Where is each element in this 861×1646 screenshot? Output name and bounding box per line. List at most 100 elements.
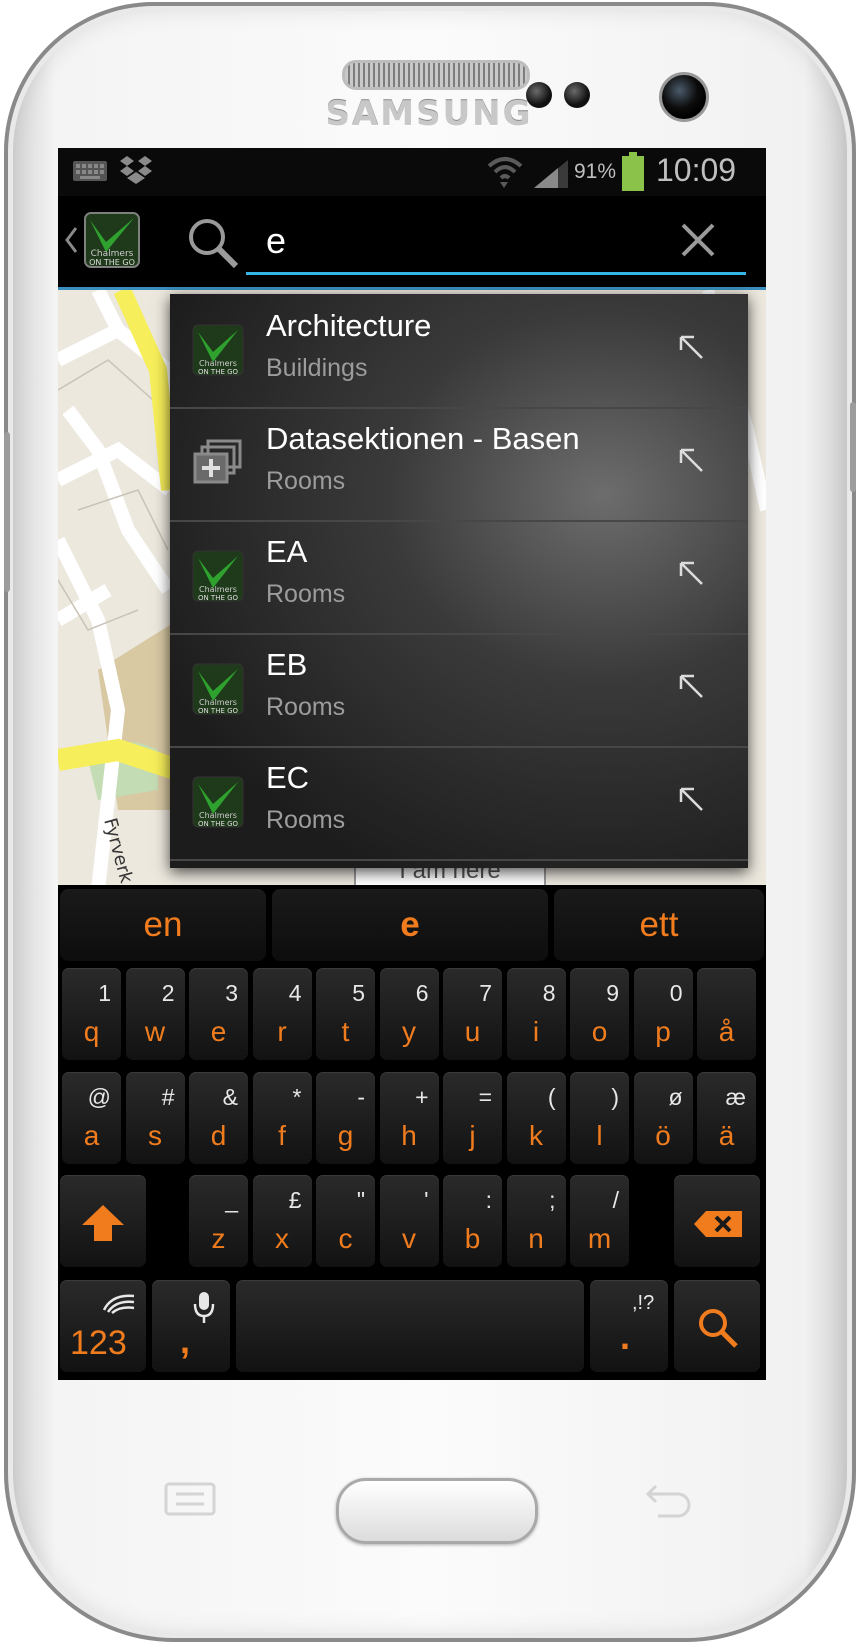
numbers-label: 123 [70, 1324, 127, 1362]
svg-text:ON THE GO: ON THE GO [198, 594, 239, 602]
key-secondary-label: @ [87, 1084, 111, 1110]
suggestion-item[interactable]: Chalmers ON THE GO Architecture Building… [170, 294, 748, 409]
key-b[interactable]: :b [443, 1175, 502, 1267]
insert-query-arrow-icon[interactable] [676, 445, 706, 475]
home-button[interactable] [336, 1478, 538, 1544]
stacked-plus-icon [193, 439, 242, 484]
key-e[interactable]: 3e [189, 968, 248, 1060]
key-y[interactable]: 6y [379, 968, 439, 1060]
key-secondary-label: 1 [98, 980, 111, 1006]
key-main-label: g [337, 1120, 354, 1151]
key-secondary-label: ) [611, 1084, 619, 1110]
svg-text:Chalmers: Chalmers [199, 359, 237, 368]
svg-text:ON THE GO: ON THE GO [198, 368, 239, 376]
space-bar[interactable] [236, 1280, 584, 1372]
key-r[interactable]: 4r [252, 968, 312, 1060]
search-icon [189, 219, 239, 269]
search-key[interactable] [674, 1280, 760, 1372]
key-d[interactable]: & d [189, 1072, 248, 1164]
key-main-label: å [718, 1016, 735, 1047]
search-enter-icon [699, 1309, 738, 1348]
key-z[interactable]: _ z [189, 1175, 248, 1267]
key-secondary-label: # [161, 1084, 175, 1110]
key-x[interactable]: £ x [252, 1175, 312, 1267]
key-secondary-label: " [356, 1187, 365, 1213]
search-action-bar: Chalmers ON THE GO e [58, 196, 766, 288]
prediction-center[interactable]: e [272, 889, 548, 961]
key-main-label: b [464, 1223, 481, 1254]
key-ö[interactable]: øö [633, 1072, 693, 1164]
key-main-label: k [529, 1120, 543, 1151]
key-v[interactable]: ' v [379, 1175, 439, 1267]
key-secondary-label: ø [668, 1084, 683, 1110]
key-h[interactable]: + h [379, 1072, 439, 1164]
search-input[interactable]: e [266, 220, 286, 262]
key-i[interactable]: 8i [506, 968, 566, 1060]
key-c[interactable]: " c [316, 1175, 375, 1267]
key-q[interactable]: 1q [62, 968, 121, 1060]
key-k[interactable]: (k [506, 1072, 566, 1164]
key-a[interactable]: @ a [62, 1072, 121, 1164]
key-secondary-label: _ [225, 1187, 238, 1213]
suggestion-item[interactable]: Datasektionen - Basen Rooms [170, 407, 748, 522]
front-camera [659, 72, 709, 122]
insert-query-arrow-icon[interactable] [676, 784, 706, 814]
key-main-label: o [591, 1016, 608, 1047]
status-clock: 10:09 [656, 152, 737, 188]
suggestion-item[interactable]: Chalmers ON THE GO EA Rooms [170, 520, 748, 635]
status-bar: 91% 10:09 [58, 148, 766, 196]
suggestion-item[interactable]: Chalmers ON THE GO EC Rooms [170, 746, 748, 861]
shift-arrow-icon [82, 1205, 124, 1241]
swiftkey-logo-icon [102, 1294, 135, 1314]
key-secondary-label: & [222, 1084, 238, 1110]
key-main-label: u [464, 1016, 481, 1047]
search-suggestions-list: Chalmers ON THE GO Architecture Building… [170, 294, 748, 868]
key-main-label: l [596, 1120, 603, 1151]
search-input-underline [246, 272, 746, 275]
key-n[interactable]: ; n [506, 1175, 566, 1267]
numbers-key[interactable]: 123 [60, 1280, 146, 1372]
microphone-icon [193, 1292, 215, 1323]
key-secondary-label: 0 [669, 980, 683, 1006]
backspace-key[interactable] [674, 1175, 760, 1267]
key-s[interactable]: # s [125, 1072, 185, 1164]
insert-query-arrow-icon[interactable] [676, 671, 706, 701]
key-w[interactable]: 2w [125, 968, 185, 1060]
clear-search-icon[interactable] [680, 222, 716, 258]
suggestion-item[interactable]: Chalmers ON THE GO EB Rooms [170, 633, 748, 748]
key-j[interactable]: = j [443, 1072, 502, 1164]
voice-comma-key[interactable]: , [152, 1280, 230, 1372]
key-å[interactable]: å [697, 968, 756, 1060]
key-ä[interactable]: æä [697, 1072, 756, 1164]
punctuation-key[interactable]: ,!? . [590, 1280, 668, 1372]
key-main-label: m [587, 1223, 612, 1254]
key-m[interactable]: / m [570, 1175, 629, 1267]
insert-query-arrow-icon[interactable] [676, 332, 706, 362]
key-secondary-label: 3 [225, 980, 238, 1006]
key-f[interactable]: * f [252, 1072, 312, 1164]
insert-query-arrow-icon[interactable] [676, 558, 706, 588]
key-main-label: f [278, 1120, 286, 1151]
period-label: . [620, 1316, 631, 1357]
key-main-label: n [528, 1223, 544, 1254]
key-l[interactable]: ) l [570, 1072, 629, 1164]
shift-key[interactable] [60, 1175, 146, 1267]
key-u[interactable]: 7u [443, 968, 502, 1060]
back-softkey-icon[interactable] [644, 1480, 694, 1518]
key-o[interactable]: 9o [570, 968, 629, 1060]
key-g[interactable]: -g [316, 1072, 375, 1164]
svg-text:ON THE GO: ON THE GO [89, 258, 135, 267]
suggestion-title: EC [266, 760, 310, 795]
chalmers-app-icon[interactable]: Chalmers ON THE GO [84, 212, 140, 268]
menu-softkey-icon[interactable] [164, 1482, 216, 1516]
key-secondary-label: 6 [415, 980, 429, 1006]
up-chevron-icon[interactable] [64, 226, 78, 254]
suggestion-title: Architecture [266, 308, 432, 343]
key-t[interactable]: 5t [316, 968, 375, 1060]
key-secondary-label: ; [549, 1187, 556, 1213]
prediction-right[interactable]: ett [554, 889, 764, 961]
key-secondary-label: / [612, 1187, 619, 1213]
prediction-left[interactable]: en [60, 889, 266, 961]
key-main-label: c [338, 1223, 353, 1254]
key-p[interactable]: 0p [633, 968, 693, 1060]
